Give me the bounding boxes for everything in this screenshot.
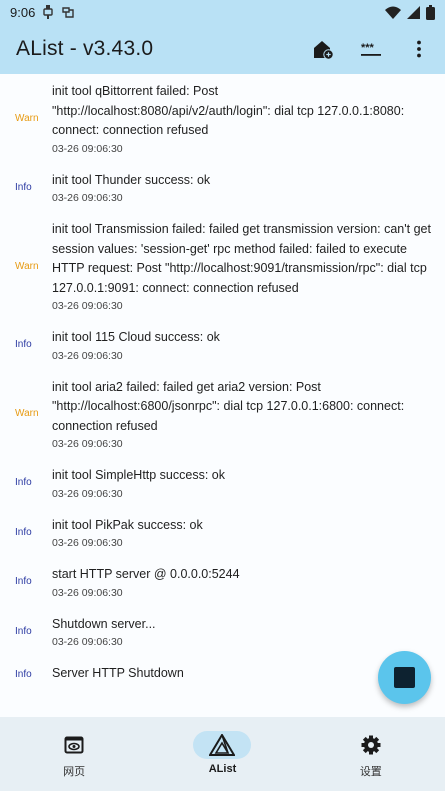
password-button[interactable]: ***	[359, 37, 383, 61]
log-time: 03-26 09:06:30	[52, 300, 123, 312]
log-time: 03-26 09:06:30	[52, 537, 123, 549]
log-time: 03-26 09:06:30	[52, 586, 123, 599]
log-item: Info init tool PikPak success: ok 03-26 …	[0, 508, 445, 558]
app-bar: AList - v3.43.0 ***	[0, 24, 445, 74]
log-message: init tool qBittorrent failed: Post "http…	[52, 84, 405, 137]
stop-icon	[394, 667, 415, 688]
log-message: init tool PikPak success: ok	[52, 517, 203, 532]
gear-icon	[361, 735, 381, 755]
log-item: Warn init tool aria2 failed: failed get …	[0, 370, 445, 459]
log-message: init tool 115 Cloud success: ok	[52, 330, 220, 344]
log-level: Warn	[15, 112, 39, 124]
log-item: Info init tool SimpleHttp success: ok 03…	[0, 458, 445, 508]
log-item: Info init tool Thunder success: ok 03-26…	[0, 163, 445, 213]
battery-icon	[426, 4, 435, 20]
log-item: Info start HTTP server @ 0.0.0.0:5244 03…	[0, 557, 445, 607]
nav-settings[interactable]: 设置	[297, 717, 445, 791]
usb-icon	[43, 5, 54, 19]
log-time: 03-26 09:06:30	[52, 142, 123, 155]
log-time: 03-26 09:06:30	[52, 438, 123, 450]
password-icon: ***	[361, 42, 381, 56]
log-level: Info	[15, 339, 32, 351]
log-level: Info	[15, 669, 32, 681]
log-item: Warn init tool qBittorrent failed: Post …	[0, 74, 445, 163]
nav-label: 网页	[63, 766, 86, 778]
log-level: Info	[15, 526, 32, 538]
status-time: 9:06	[10, 4, 36, 20]
more-options-button[interactable]	[407, 37, 431, 61]
web-view-icon	[64, 736, 84, 754]
log-message: init tool SimpleHttp success: ok	[52, 468, 225, 482]
log-time: 03-26 09:06:30	[52, 487, 123, 500]
log-time: 03-26 09:06:30	[52, 349, 123, 362]
nav-alist[interactable]: AList	[148, 717, 296, 791]
log-message: Server HTTP Shutdown	[52, 666, 184, 680]
nav-web[interactable]: 网页	[0, 717, 148, 791]
log-time: 03-26 09:06:30	[52, 192, 123, 204]
log-list[interactable]: Warn init tool qBittorrent failed: Post …	[0, 74, 445, 717]
log-level: Info	[15, 576, 32, 588]
log-item: Info init tool 115 Cloud success: ok 03-…	[0, 320, 445, 370]
home-add-icon	[314, 41, 334, 60]
nav-label: AList	[208, 763, 237, 775]
log-time: 03-26 09:06:30	[52, 636, 123, 648]
log-level: Info	[15, 181, 32, 193]
log-message: Shutdown server...	[52, 616, 156, 631]
log-level: Warn	[15, 260, 39, 272]
bottom-nav: 网页 AList 设置	[0, 717, 445, 791]
log-message: init tool Thunder success: ok	[52, 172, 211, 187]
signal-icon	[407, 5, 420, 19]
log-item: Warn init tool Transmission failed: fail…	[0, 212, 445, 320]
app-title: AList - v3.43.0	[16, 37, 154, 60]
alist-logo-icon	[209, 734, 236, 756]
notification-glyph-icon	[61, 5, 75, 19]
nav-label: 设置	[359, 766, 382, 778]
stop-server-fab[interactable]	[378, 651, 431, 704]
wifi-icon	[385, 6, 401, 19]
log-level: Info	[15, 477, 32, 489]
add-home-button[interactable]	[311, 37, 335, 61]
log-item: Info Shutdown server... 03-26 09:06:30	[0, 607, 445, 657]
log-level: Info	[15, 625, 32, 637]
log-message: start HTTP server @ 0.0.0.0:5244	[52, 567, 240, 581]
status-bar: 9:06	[0, 0, 445, 24]
log-message: init tool aria2 failed: failed get aria2…	[52, 379, 405, 433]
log-message: init tool Transmission failed: failed ge…	[52, 222, 431, 295]
log-level: Warn	[15, 408, 39, 420]
more-vert-icon	[417, 40, 421, 58]
svg-text:***: ***	[361, 42, 375, 54]
